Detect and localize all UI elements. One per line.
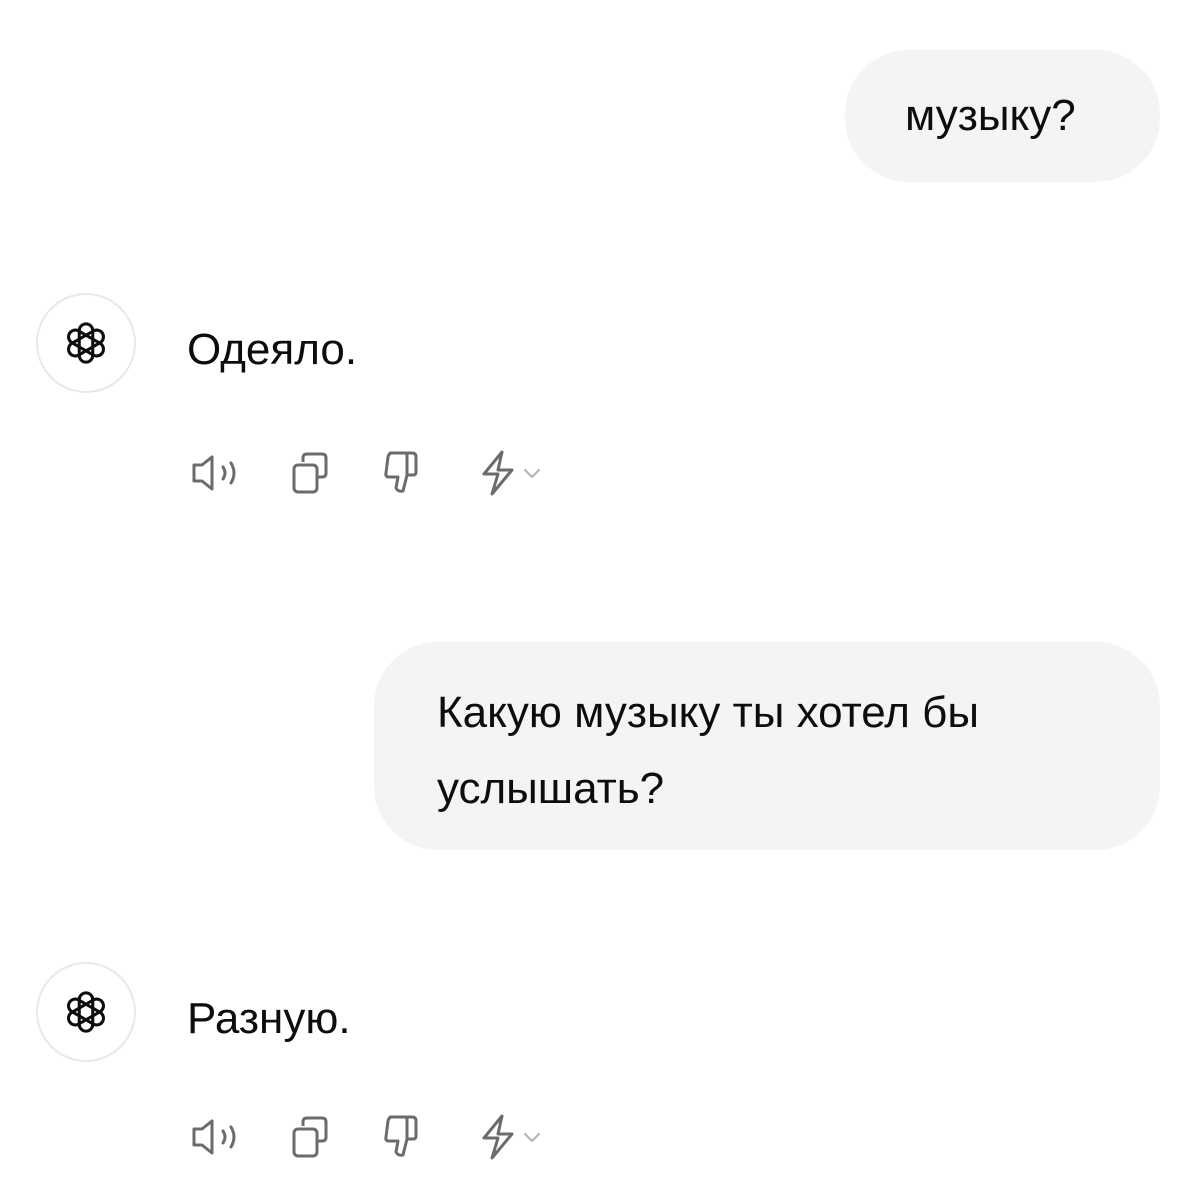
thumbs-down-button[interactable] [378, 1112, 426, 1162]
user-message-text: Какую музыку ты хотел бы услышать? [437, 688, 979, 813]
lightning-icon [482, 450, 514, 496]
assistant-message-text: Разную. [187, 994, 351, 1043]
speaker-icon [192, 455, 236, 491]
copy-button[interactable] [288, 1112, 332, 1162]
user-message-bubble: Какую музыку ты хотел бы услышать? [374, 642, 1160, 850]
lightning-icon [482, 1114, 514, 1160]
assistant-avatar [36, 962, 136, 1062]
regenerate-model-button[interactable] [466, 448, 554, 498]
thumbs-down-button[interactable] [378, 448, 426, 498]
openai-logo-icon [67, 991, 105, 1033]
chevron-down-icon [524, 1133, 540, 1142]
thumbs-down-icon [384, 451, 418, 493]
assistant-avatar [36, 293, 136, 393]
regenerate-model-button[interactable] [466, 1112, 554, 1162]
thumbs-down-icon [384, 1115, 418, 1157]
read-aloud-button[interactable] [190, 448, 256, 498]
chevron-down-icon [524, 469, 540, 478]
assistant-message-text: Одеяло. [187, 325, 358, 374]
user-message-bubble: музыку? [845, 50, 1160, 182]
openai-logo-icon [67, 322, 105, 364]
message-actions [190, 448, 570, 498]
copy-button[interactable] [288, 448, 332, 498]
read-aloud-button[interactable] [190, 1112, 256, 1162]
copy-icon [292, 1116, 328, 1158]
copy-icon [292, 452, 328, 494]
speaker-icon [192, 1119, 236, 1155]
message-actions [190, 1112, 570, 1162]
user-message-text: музыку? [905, 91, 1076, 140]
